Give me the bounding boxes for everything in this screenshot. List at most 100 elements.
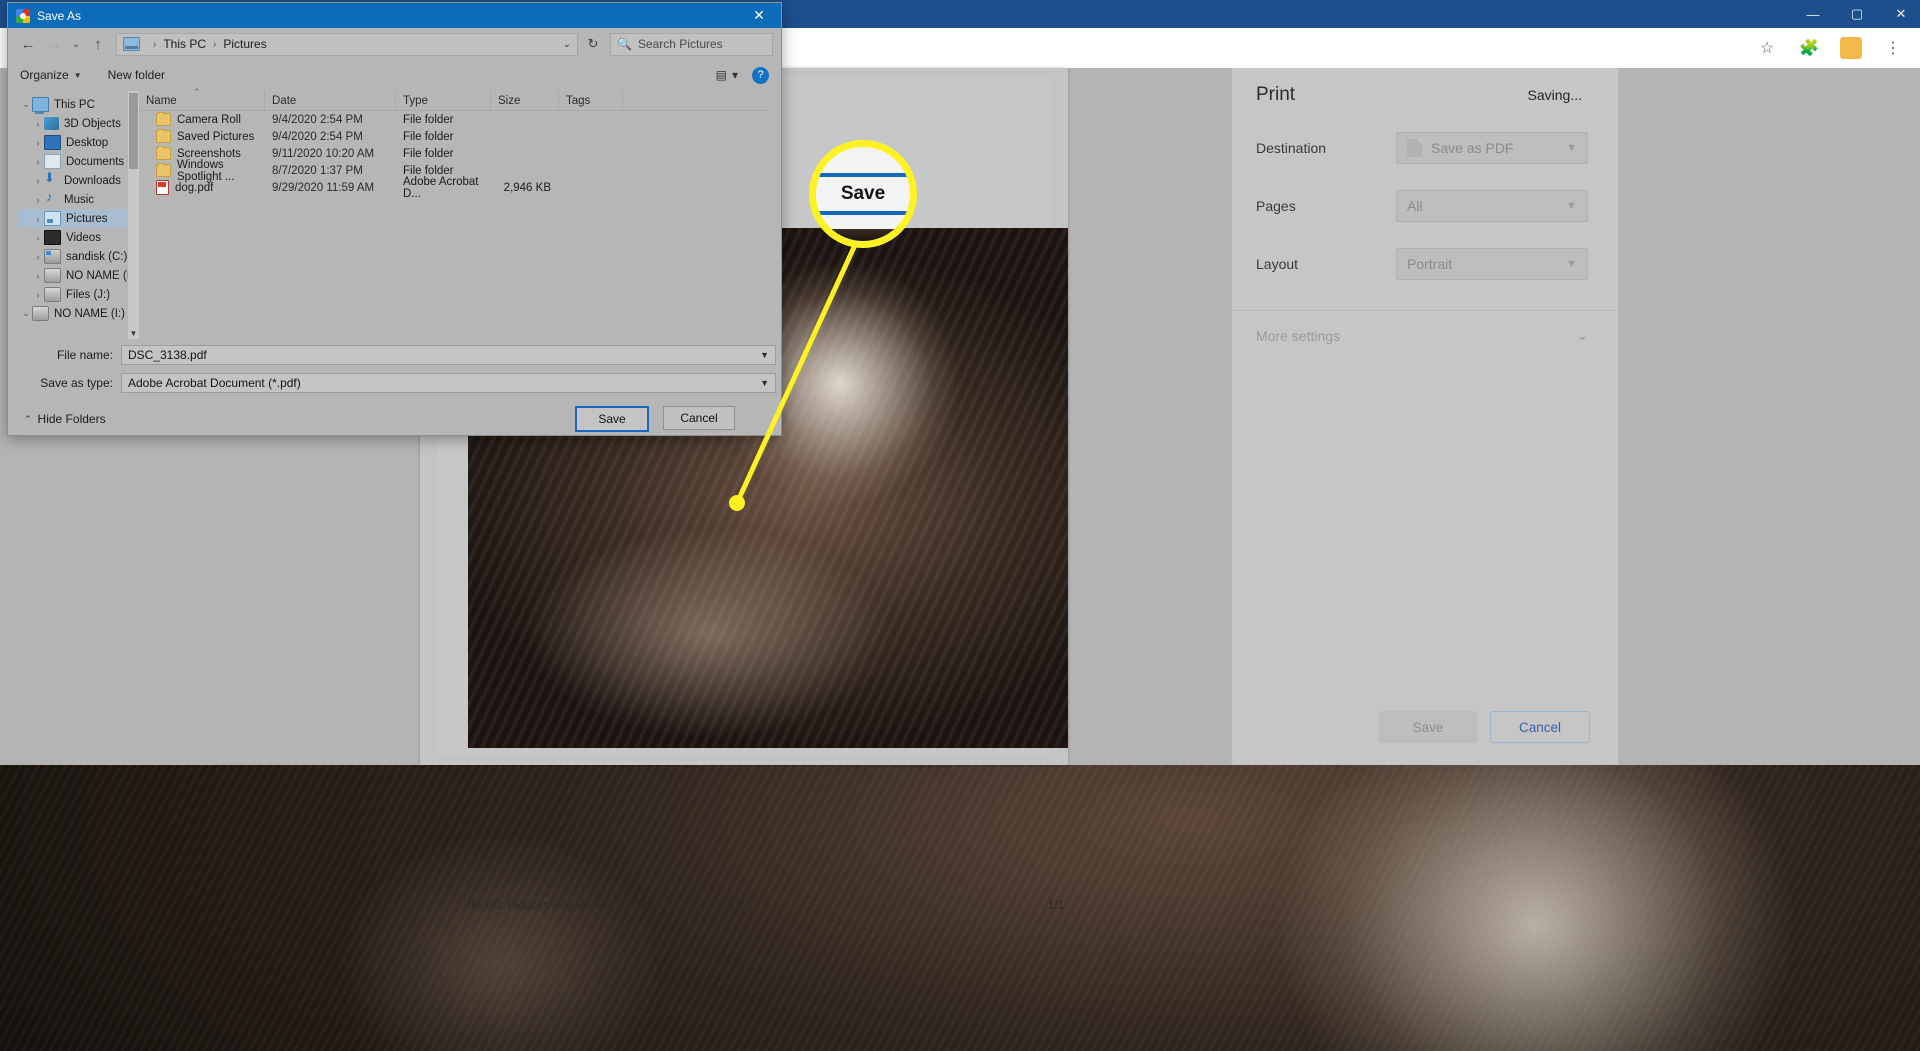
chevron-right-icon[interactable]: › <box>32 290 44 300</box>
desk-icon <box>44 135 61 150</box>
tree-scrollbar-thumb[interactable] <box>129 93 138 169</box>
profile-avatar[interactable] <box>1840 37 1862 59</box>
folder-icon <box>156 163 171 177</box>
maximize-icon[interactable]: ▢ <box>1848 5 1866 23</box>
breadcrumb-bar[interactable]: › This PC › Pictures ⌄ <box>116 32 578 56</box>
tree-item-sandisk-c[interactable]: › sandisk (C:) <box>18 247 128 266</box>
file-list-header: Name ⌃ Date Type Size Tags <box>139 87 771 111</box>
sort-ascending-icon: ⌃ <box>193 87 201 97</box>
column-header-size[interactable]: Size <box>491 91 559 110</box>
refresh-icon[interactable]: ↻ <box>582 33 604 56</box>
chevron-right-icon[interactable]: › <box>32 271 44 281</box>
recent-locations-icon[interactable]: ⌄ <box>68 32 84 56</box>
dialog-close-button[interactable]: ✕ <box>737 3 781 28</box>
breadcrumb-this-pc[interactable]: This PC <box>163 37 206 51</box>
save-as-type-row: Save as type: Adobe Acrobat Document (*.… <box>8 371 781 395</box>
pages-select[interactable]: All ▼ <box>1396 190 1588 222</box>
tree-item-desktop[interactable]: › Desktop <box>18 133 128 152</box>
tree-item-files-j[interactable]: › Files (J:) <box>18 285 128 304</box>
mus-icon <box>44 189 59 206</box>
forward-icon[interactable]: → <box>42 32 66 56</box>
chevron-down-icon[interactable]: ⌄ <box>563 39 571 50</box>
tree-item-no-name-i[interactable]: ⌄ NO NAME (I:) <box>18 304 128 323</box>
file-name-cell: dog.pdf <box>139 179 265 196</box>
layout-select[interactable]: Portrait ▼ <box>1396 248 1588 280</box>
more-settings-row[interactable]: More settings ⌄ <box>1232 311 1618 344</box>
tree-item-no-name-i[interactable]: › NO NAME (I:) <box>18 266 128 285</box>
tree-item-downloads[interactable]: › Downloads <box>18 170 128 190</box>
tree-item-this-pc[interactable]: ⌄ This PC <box>18 95 128 114</box>
tree-item-label: Music <box>64 193 95 206</box>
pages-label: Pages <box>1256 198 1296 214</box>
save-button[interactable]: Save <box>575 406 649 432</box>
file-name-text: Saved Pictures <box>177 130 255 143</box>
file-size-cell <box>491 128 559 145</box>
layout-label: Layout <box>1256 256 1299 272</box>
tree-item-music[interactable]: › Music <box>18 189 128 209</box>
preview-footer-url: file:///J:/Pictures/Dog Photos/Amber Pic… <box>468 900 753 912</box>
print-save-button[interactable]: Save <box>1378 711 1478 743</box>
chevron-right-icon[interactable]: › <box>32 157 44 167</box>
new-folder-button[interactable]: New folder <box>108 68 165 82</box>
chevron-right-icon[interactable]: › <box>32 138 44 148</box>
tree-item-pictures[interactable]: › Pictures <box>18 209 128 228</box>
extensions-icon[interactable]: 🧩 <box>1798 37 1820 59</box>
table-row[interactable]: Camera Roll 9/4/2020 2:54 PM File folder <box>139 111 771 128</box>
close-icon[interactable]: ✕ <box>1892 5 1910 23</box>
pages-setting-row: Pages All ▼ <box>1232 190 1618 222</box>
window-controls: — ▢ ✕ <box>1804 0 1910 28</box>
chevron-right-icon[interactable]: › <box>32 195 44 205</box>
file-name-text: dog.pdf <box>175 181 214 194</box>
search-input[interactable]: 🔍 Search Pictures <box>610 32 773 56</box>
chevron-down-icon[interactable]: ▼ <box>760 350 769 360</box>
column-header-tags[interactable]: Tags <box>559 91 623 110</box>
breadcrumb-separator: › <box>213 38 217 50</box>
dialog-titlebar: Save As ✕ <box>8 3 781 28</box>
tree-item-label: Desktop <box>66 136 109 149</box>
magnifier-callout: Save <box>809 140 917 248</box>
table-row[interactable]: dog.pdf 9/29/2020 11:59 AM Adobe Acrobat D… <box>139 176 771 200</box>
cancel-button[interactable]: Cancel <box>663 406 735 430</box>
file-name-input[interactable]: DSC_3138.pdf ▼ <box>121 345 776 365</box>
chevron-right-icon[interactable]: › <box>32 119 44 129</box>
drvc-icon <box>44 249 61 264</box>
tree-item-documents[interactable]: › Documents <box>18 152 128 171</box>
chevron-right-icon[interactable]: › <box>32 233 44 243</box>
doc-icon <box>44 154 61 169</box>
destination-select[interactable]: Save as PDF ▼ <box>1396 132 1588 164</box>
chevron-down-icon[interactable]: ▼ <box>760 378 769 388</box>
table-row[interactable]: Saved Pictures 9/4/2020 2:54 PM File folde… <box>139 128 771 145</box>
hide-folders-toggle[interactable]: ⌃ Hide Folders <box>8 412 106 426</box>
chevron-right-icon[interactable]: › <box>32 176 44 186</box>
tree-item-videos[interactable]: › Videos <box>18 228 128 247</box>
help-button[interactable]: ? <box>752 66 769 84</box>
organize-button[interactable]: Organize ▼ <box>20 68 82 82</box>
column-header-date[interactable]: Date <box>265 91 396 110</box>
tree-scrollbar[interactable]: ▼ <box>128 91 139 339</box>
chevron-right-icon[interactable]: › <box>32 214 44 224</box>
search-icon: 🔍 <box>617 37 632 51</box>
chevron-up-icon: ⌃ <box>24 413 32 424</box>
chevron-down-icon[interactable]: ⌄ <box>20 99 32 110</box>
chevron-down-icon: ▼ <box>73 70 82 80</box>
print-cancel-button[interactable]: Cancel <box>1490 711 1590 743</box>
column-header-type[interactable]: Type <box>396 91 491 110</box>
chevron-down-icon: ▼ <box>1566 142 1577 154</box>
minimize-icon[interactable]: — <box>1804 5 1822 23</box>
tree-item-label: sandisk (C:) <box>66 250 128 263</box>
view-options-button[interactable]: ▤ ▾ <box>716 68 738 82</box>
back-icon[interactable]: ← <box>16 32 40 56</box>
more-menu-icon[interactable]: ⋮ <box>1882 37 1904 59</box>
scroll-down-icon[interactable]: ▼ <box>128 327 139 339</box>
chevron-down-icon[interactable]: ⌄ <box>20 308 32 319</box>
star-icon[interactable]: ☆ <box>1756 37 1778 59</box>
chevron-right-icon[interactable]: › <box>32 252 44 262</box>
save-as-type-select[interactable]: Adobe Acrobat Document (*.pdf) ▼ <box>121 373 776 393</box>
column-header-name[interactable]: Name ⌃ <box>139 87 265 110</box>
file-name-cell: Saved Pictures <box>139 128 265 145</box>
preview-page-indicator: 1/1 <box>1048 900 1064 912</box>
tree-item-3d-objects[interactable]: › 3D Objects <box>18 114 128 133</box>
up-icon[interactable]: ↑ <box>86 32 110 56</box>
pages-value: All <box>1407 198 1423 214</box>
breadcrumb-pictures[interactable]: Pictures <box>223 37 266 51</box>
